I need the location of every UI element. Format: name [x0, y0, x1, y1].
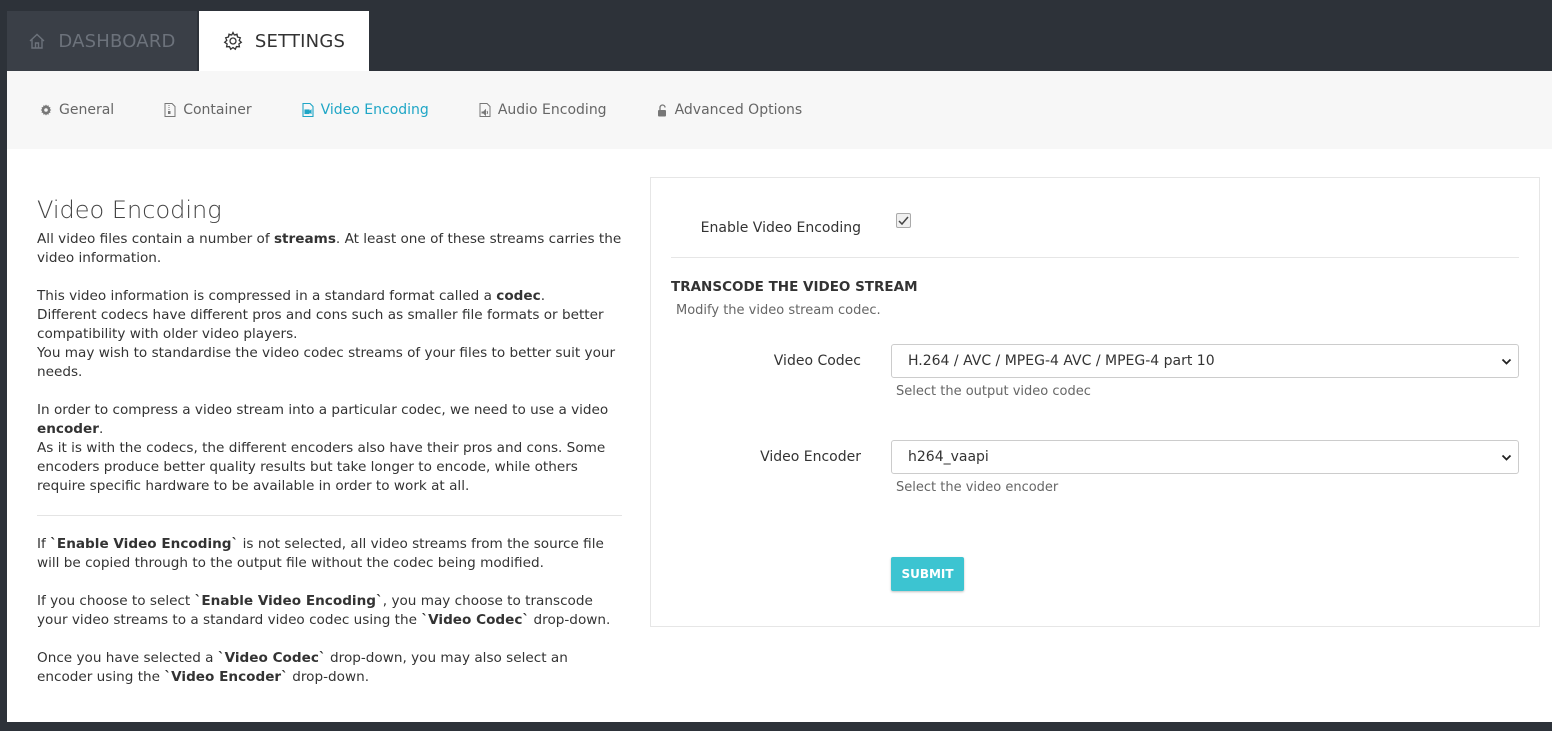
page-title: Video Encoding: [37, 196, 222, 224]
subnav-audio-encoding-label: Audio Encoding: [497, 102, 607, 118]
video-codec-value: H.264 / AVC / MPEG-4 AVC / MPEG-4 part 1…: [908, 353, 1215, 369]
video-codec-label: Video Codec: [773, 353, 861, 369]
info-bold-code: `Video Codec`: [421, 612, 530, 628]
tab-settings[interactable]: SETTINGS: [199, 11, 369, 71]
info-text: If you choose to select: [37, 593, 195, 609]
cog-icon: [40, 104, 52, 116]
info-bold-code: `Video Encoder`: [164, 669, 288, 685]
subnav-video-encoding-label: Video Encoding: [320, 102, 429, 118]
section-title: TRANSCODE THE VIDEO STREAM: [671, 279, 918, 295]
home-icon: [28, 32, 46, 50]
info-text: As it is with the codecs, the different …: [37, 440, 606, 494]
subnav-audio-encoding[interactable]: Audio Encoding: [479, 102, 607, 118]
file-archive-icon: [164, 103, 176, 117]
gear-icon: [223, 31, 243, 51]
video-codec-help: Select the output video codec: [896, 384, 1091, 399]
info-text: If: [37, 536, 51, 552]
info-text: .: [98, 421, 104, 437]
chevron-down-icon: [1501, 454, 1512, 461]
video-encoder-select[interactable]: h264_vaapi: [891, 440, 1519, 474]
video-encoder-label: Video Encoder: [760, 449, 861, 465]
info-text: All video files contain a number of: [37, 231, 274, 247]
info-text: Once you have selected a: [37, 650, 218, 666]
video-codec-select[interactable]: H.264 / AVC / MPEG-4 AVC / MPEG-4 part 1…: [891, 344, 1519, 378]
info-bold-codec: codec: [496, 288, 541, 304]
info-paragraph-select: If you choose to select `Enable Video En…: [37, 592, 622, 630]
info-paragraph-not-selected: If `Enable Video Encoding` is not select…: [37, 535, 622, 573]
subnav-general-label: General: [59, 102, 115, 118]
chevron-down-icon: [1501, 358, 1512, 365]
checkmark-icon: [898, 216, 909, 225]
info-text: Different codecs have different pros and…: [37, 307, 604, 342]
settings-panel: General Container Video Encoding Audio E…: [7, 71, 1552, 722]
info-column: Video Encoding All video files contain a…: [37, 196, 622, 706]
info-bold-code: `Video Codec`: [217, 650, 326, 666]
file-video-icon: [302, 103, 314, 117]
info-text: drop-down.: [529, 612, 611, 628]
info-paragraph-encoder-select: Once you have selected a `Video Codec` d…: [37, 649, 622, 687]
info-bold-encoder: encoder: [37, 421, 99, 437]
enable-video-encoding-label: Enable Video Encoding: [700, 220, 861, 236]
info-text: You may wish to standardise the video co…: [37, 345, 616, 380]
video-encoder-value: h264_vaapi: [908, 449, 989, 465]
enable-video-encoding-checkbox[interactable]: [896, 213, 911, 228]
submit-button[interactable]: SUBMIT: [891, 557, 964, 591]
tab-settings-label: SETTINGS: [254, 30, 346, 52]
video-encoding-form: Enable Video Encoding TRANSCODE THE VIDE…: [650, 177, 1540, 627]
info-bold-code: `Enable Video Encoding`: [50, 536, 239, 552]
info-text: In order to compress a video stream into…: [37, 402, 609, 418]
info-bold-streams: streams: [273, 231, 336, 247]
info-bold-code: `Enable Video Encoding`: [194, 593, 383, 609]
info-text: .: [540, 288, 546, 304]
subnav-container-label: Container: [183, 102, 252, 118]
unlock-icon: [657, 103, 668, 117]
section-description: Modify the video stream codec.: [676, 303, 881, 318]
subnav-advanced-options-label: Advanced Options: [674, 102, 803, 118]
top-tabs: DASHBOARD SETTINGS: [7, 11, 369, 71]
info-paragraph-encoder: In order to compress a video stream into…: [37, 401, 622, 496]
info-divider: [37, 515, 622, 516]
info-paragraph-streams: All video files contain a number of stre…: [37, 230, 622, 268]
form-divider: [671, 257, 1519, 258]
video-encoder-help: Select the video encoder: [896, 480, 1059, 495]
subnav-advanced-options[interactable]: Advanced Options: [657, 102, 803, 118]
info-paragraph-codec: This video information is compressed in …: [37, 287, 622, 382]
subnav-general[interactable]: General: [40, 102, 114, 118]
subnav-video-encoding[interactable]: Video Encoding: [302, 102, 429, 118]
tab-dashboard-label: DASHBOARD: [58, 30, 176, 52]
tab-dashboard[interactable]: DASHBOARD: [7, 11, 197, 71]
info-text: This video information is compressed in …: [37, 288, 497, 304]
subnav-container[interactable]: Container: [164, 102, 252, 118]
info-text: drop-down.: [287, 669, 370, 685]
file-audio-icon: [479, 103, 491, 117]
settings-subnav: General Container Video Encoding Audio E…: [7, 71, 1552, 149]
